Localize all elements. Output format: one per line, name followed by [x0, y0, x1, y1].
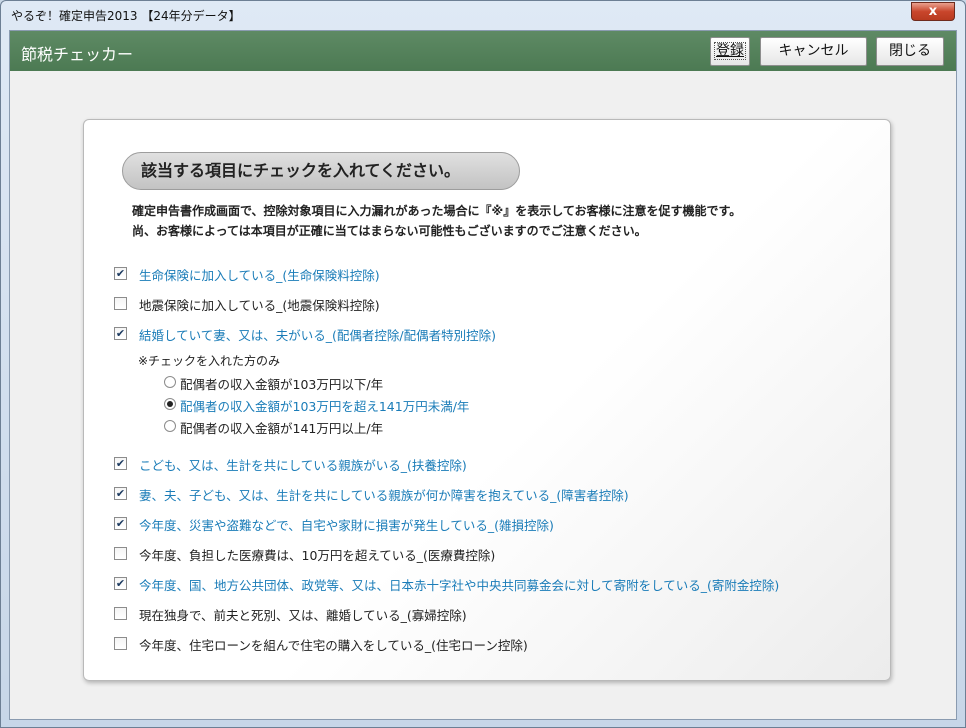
- checkbox[interactable]: ✔: [114, 327, 127, 340]
- radio-button[interactable]: [164, 398, 176, 410]
- item-label: こども、又は、生計を共にしている親族がいる_(扶養控除): [139, 458, 467, 473]
- title-bar: やるぞ！確定申告2013 【24年分データ】 x: [1, 1, 965, 29]
- checkbox[interactable]: [114, 547, 127, 560]
- checkbox[interactable]: ✔: [114, 577, 127, 590]
- header-bar: 節税チェッカー 登録 キャンセル 閉じる: [10, 31, 956, 71]
- checkbox[interactable]: [114, 297, 127, 310]
- app-window: やるぞ！確定申告2013 【24年分データ】 x 節税チェッカー 登録 キャンセ…: [0, 0, 966, 728]
- description-line-2: 尚、お客様によっては本項目が正確に当てはまらない可能性もございますのでご注意くだ…: [132, 224, 647, 238]
- close-button[interactable]: 閉じる: [876, 37, 944, 66]
- cancel-button[interactable]: キャンセル: [760, 37, 867, 66]
- checkbox[interactable]: [114, 607, 127, 620]
- checkbox[interactable]: ✔: [114, 267, 127, 280]
- checkbox[interactable]: ✔: [114, 487, 127, 500]
- spouse-note: ※チェックを入れた方のみ: [138, 354, 281, 368]
- radio-label: 配偶者の収入金額が141万円以上/年: [180, 421, 384, 436]
- radio-label: 配偶者の収入金額が103万円以下/年: [180, 377, 384, 392]
- checker-panel: 該当する項目にチェックを入れてください。 確定申告書作成画面で、控除対象項目に入…: [83, 119, 891, 681]
- item-label: 生命保険に加入している_(生命保険料控除): [139, 268, 380, 283]
- register-button[interactable]: 登録: [710, 37, 750, 66]
- checkbox[interactable]: [114, 637, 127, 650]
- item-label: 現在独身で、前夫と死別、又は、離婚している_(寡婦控除): [139, 608, 467, 623]
- page-title: 節税チェッカー: [21, 45, 134, 64]
- window-close-button[interactable]: x: [911, 2, 955, 21]
- item-label: 今年度、住宅ローンを組んで住宅の購入をしている_(住宅ローン控除): [139, 638, 528, 653]
- item-label: 今年度、災害や盗難などで、自宅や家財に損害が発生している_(雑損控除): [139, 518, 554, 533]
- item-label: 地震保険に加入している_(地震保険料控除): [139, 298, 380, 313]
- item-label: 結婚していて妻、又は、夫がいる_(配偶者控除/配偶者特別控除): [139, 328, 496, 343]
- checkbox[interactable]: ✔: [114, 517, 127, 530]
- item-label: 今年度、負担した医療費は、10万円を超えている_(医療費控除): [139, 548, 496, 563]
- radio-button[interactable]: [164, 376, 176, 388]
- radio-label: 配偶者の収入金額が103万円を超え141万円未満/年: [180, 399, 470, 414]
- item-label: 今年度、国、地方公共団体、政党等、又は、日本赤十字社や中央共同募金会に対して寄附…: [139, 578, 780, 593]
- register-button-label: 登録: [714, 42, 746, 60]
- radio-button[interactable]: [164, 420, 176, 432]
- checkbox[interactable]: ✔: [114, 457, 127, 470]
- window-title: やるぞ！確定申告2013 【24年分データ】: [11, 9, 241, 23]
- item-label: 妻、夫、子ども、又は、生計を共にしている親族が何か障害を抱えている_(障害者控除…: [139, 488, 629, 503]
- client-area: 節税チェッカー 登録 キャンセル 閉じる 該当する項目にチェックを入れてください…: [9, 30, 957, 720]
- instruction-heading: 該当する項目にチェックを入れてください。: [122, 152, 520, 190]
- description-line-1: 確定申告書作成画面で、控除対象項目に入力漏れがあった場合に『※』を表示してお客様…: [132, 204, 742, 218]
